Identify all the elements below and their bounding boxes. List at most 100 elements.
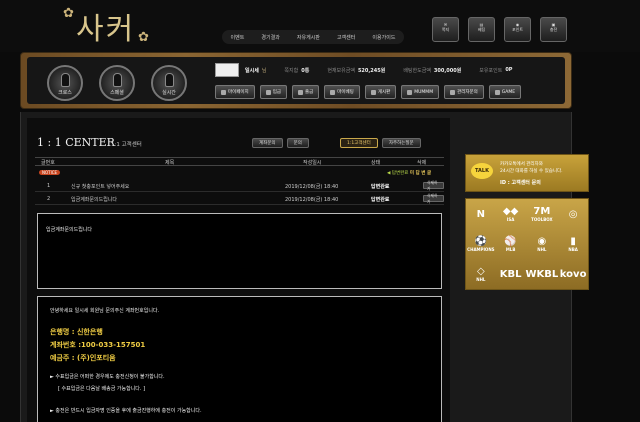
- row-title[interactable]: 신규 첫충포인트 넣어주세요: [71, 183, 129, 190]
- support-content: 1 : 1 CENTER 1:1 고객센터 계좌문의 문의 1:1고객센터 자주…: [27, 118, 450, 422]
- kakao-line-1: 카카오톡에서 관리자와: [500, 162, 543, 167]
- notice-tag: NOTICE: [39, 170, 61, 175]
- game-button[interactable]: GAME: [488, 85, 522, 99]
- row-date: 2019/12/08(금) 18:40: [285, 184, 339, 190]
- kakao-talk-icon: TALK: [471, 163, 493, 179]
- user-panel-inner: 크로스 스페셜 실시간 일시세 님 쪽지함 0통 현재보유금액 520,245원…: [27, 57, 565, 104]
- league-logo[interactable]: ▮ NBA: [558, 229, 588, 259]
- page-title: 1 : 1 CENTER: [37, 136, 115, 149]
- inquiry-button[interactable]: 문의: [286, 138, 309, 148]
- messages-label: 쪽지함: [284, 67, 299, 74]
- col-delete: 삭제: [417, 160, 427, 166]
- username-suffix: 님: [261, 67, 267, 74]
- logo-text: 사커: [76, 12, 136, 47]
- nav-item-support[interactable]: 고객센터: [337, 34, 355, 41]
- deposit-button[interactable]: 입금: [259, 85, 287, 99]
- user-menu: 마이페이지 입금 출금 마이베팅 게시판 MUMMM 관리자문의 GAME: [215, 85, 522, 99]
- answer-greeting: 안녕하세요 일시세 회원님 문의주신 계좌번호입니다.: [50, 308, 160, 314]
- cross-game-button[interactable]: 크로스: [47, 65, 83, 101]
- message-button[interactable]: ✉ 쪽지: [432, 17, 459, 42]
- table-row[interactable]: 2 입금계좌문의드립니다 2019/12/08(금) 18:40 답변완료 삭제…: [35, 193, 444, 205]
- row-status: 답변완료: [371, 184, 390, 190]
- avatar: [215, 63, 239, 77]
- money-value: 520,245원: [357, 67, 386, 74]
- league-logo[interactable]: ◉ NHL: [525, 229, 558, 259]
- league-logo[interactable]: KBL: [496, 259, 526, 289]
- deposit-icon: [265, 89, 271, 95]
- answer-note: ► 수표입금은 어떠한 경우에도 충전신청이 불가합니다.: [50, 374, 165, 380]
- admin-inquiry-button[interactable]: 관리자문의: [444, 85, 484, 99]
- kakao-banner[interactable]: TALK 카카오톡에서 관리자와 24시간 대화를 하실 수 있습니다. ID …: [465, 154, 589, 192]
- answer-note: [ 수표입금은 다음날 배송금 가능합니다. ]: [58, 386, 146, 392]
- table-row[interactable]: 1 신규 첫충포인트 넣어주세요 2019/12/08(금) 18:40 답변완…: [35, 180, 444, 192]
- bet-limit-value: 300,000원: [433, 67, 462, 74]
- point-label: 보유포인트: [479, 67, 503, 74]
- kakao-line-2: 24시간 대화를 하실 수 있습니다.: [500, 169, 563, 174]
- game-icon: [164, 73, 174, 87]
- answer-holder: 예금주 : (주)인포티움: [50, 354, 116, 362]
- league-logo[interactable]: kovo: [558, 259, 588, 289]
- nav-item-board[interactable]: 자유게시판: [297, 34, 320, 41]
- league-logo[interactable]: WKBL: [525, 259, 558, 289]
- league-logo[interactable]: ◎: [558, 199, 588, 229]
- top-nav: 이벤트 경기결과 자유게시판 고객센터 이용가이드: [222, 30, 404, 44]
- faq-tab[interactable]: 자주하는질문: [381, 138, 421, 148]
- answer-account: 계좌번호 :100-033-157501: [50, 341, 146, 349]
- answer-bank: 은행명 : 신한은행: [50, 328, 103, 336]
- one-to-one-tab[interactable]: 1:1고객센터: [340, 138, 378, 148]
- question-text: 입금계좌문의드립니다: [46, 227, 93, 233]
- content-buttons-right: 1:1고객센터 자주하는질문: [340, 138, 425, 148]
- kakao-id: ID : 고객센터 문의: [500, 180, 541, 186]
- mybet-button[interactable]: 마이베팅: [324, 85, 360, 99]
- col-no: 글번호: [41, 160, 55, 166]
- flower-icon: ✿: [138, 30, 151, 45]
- top-buttons: ✉ 쪽지 ▤ 베팅 ◉ 포인트 ▣ 충전: [432, 17, 567, 42]
- point-value: 0P: [505, 67, 513, 73]
- username: 일시세: [245, 67, 259, 74]
- league-logo[interactable]: ◆◆ ISA: [496, 199, 526, 229]
- special-game-button[interactable]: 스페셜: [99, 65, 135, 101]
- content-buttons-left: 계좌문의 문의: [252, 138, 313, 148]
- league-logo[interactable]: N: [466, 199, 496, 229]
- account-inquiry-button[interactable]: 계좌문의: [252, 138, 283, 148]
- site-logo[interactable]: ✿ 사커 ✿: [63, 4, 149, 48]
- answer-box: 안녕하세요 일시세 회원님 문의주신 계좌번호입니다. 은행명 : 신한은행 계…: [37, 296, 442, 422]
- nav-item-guide[interactable]: 이용가이드: [372, 34, 395, 41]
- status-legend: ◀ 답변완료 미 답 변 글: [387, 171, 432, 176]
- mummm-button[interactable]: MUMMM: [401, 85, 440, 99]
- col-title: 제목: [165, 160, 175, 166]
- league-logo[interactable]: ◇ NHL: [466, 259, 496, 289]
- bet-button[interactable]: ▤ 베팅: [468, 17, 495, 42]
- league-logo[interactable]: ⚾ MLB: [496, 229, 526, 259]
- game-icon: [112, 73, 122, 87]
- money-label: 현재보유금액: [327, 67, 355, 74]
- flower-icon: ✿: [63, 6, 76, 21]
- withdraw-button[interactable]: 출금: [291, 85, 320, 99]
- user-info: 일시세 님 쪽지함 0통 현재보유금액 520,245원 배팅한도금액 300,…: [215, 63, 557, 77]
- nav-item-event[interactable]: 이벤트: [231, 34, 245, 41]
- delete-button[interactable]: 삭제하기: [423, 180, 444, 191]
- ticket-icon: [330, 89, 336, 95]
- nav-item-results[interactable]: 경기결과: [261, 34, 279, 41]
- messages-value[interactable]: 0통: [301, 67, 309, 74]
- row-status: 답변완료: [371, 197, 390, 203]
- mail-icon: [407, 89, 413, 95]
- league-logo[interactable]: ⚽ CHAMPIONS: [466, 229, 496, 259]
- charge-button[interactable]: ▣ 충전: [540, 17, 567, 42]
- page-subtitle: 1:1 고객센터: [111, 142, 142, 148]
- game-icon: [60, 73, 70, 87]
- game-icon: [494, 89, 500, 95]
- league-logo[interactable]: 7M TOOLBOX: [525, 199, 558, 229]
- delete-button[interactable]: 삭제하기: [423, 193, 444, 204]
- withdraw-icon: [297, 89, 303, 95]
- col-date: 작성일시: [303, 160, 322, 166]
- board-icon: [370, 89, 376, 95]
- league-logos: N ◆◆ ISA 7M TOOLBOX ◎ ⚽ CHAMPIONS ⚾ MLB ◉ NHL…: [465, 198, 589, 290]
- live-game-button[interactable]: 실시간: [151, 65, 187, 101]
- mypage-button[interactable]: 마이페이지: [215, 85, 255, 99]
- point-button[interactable]: ◉ 포인트: [504, 17, 531, 42]
- user-icon: [221, 89, 226, 95]
- user-panel: 크로스 스페셜 실시간 일시세 님 쪽지함 0통 현재보유금액 520,245원…: [20, 52, 572, 109]
- row-title[interactable]: 입금계좌문의드립니다: [71, 196, 117, 203]
- board-button[interactable]: 게시판: [364, 85, 397, 99]
